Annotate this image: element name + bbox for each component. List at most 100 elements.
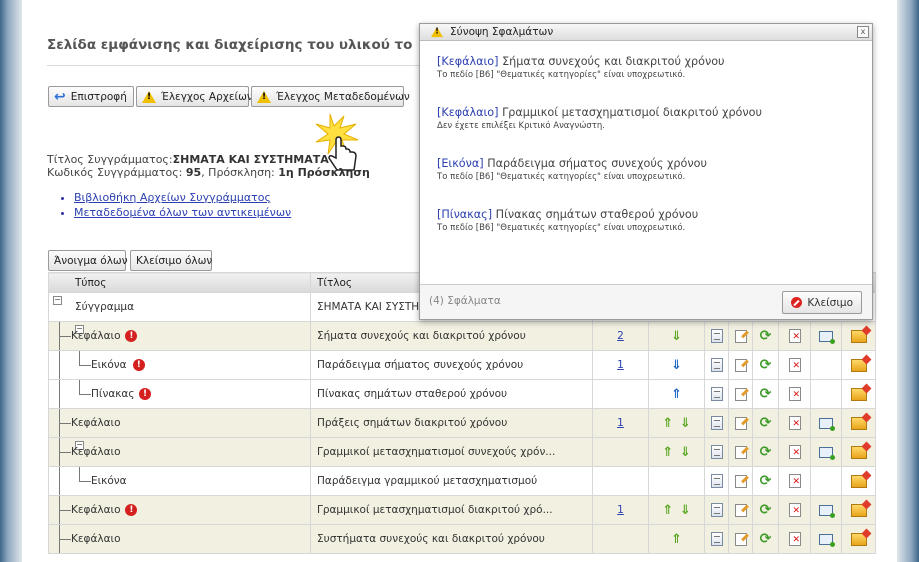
count-link[interactable]: 1 bbox=[592, 495, 649, 525]
item-type: Εικόνα bbox=[91, 475, 127, 487]
metadata-card-icon[interactable] bbox=[819, 504, 835, 518]
move-down-icon[interactable]: ⇓ bbox=[680, 445, 691, 460]
metadata-card-icon[interactable] bbox=[819, 330, 835, 344]
metadata-link[interactable]: Μεταδεδομένα όλων των αντικειμένων bbox=[74, 206, 291, 219]
sync-icon[interactable]: ⟳ bbox=[760, 473, 772, 489]
folder-add-icon[interactable] bbox=[850, 532, 867, 546]
back-button[interactable]: ↩ Επιστροφή bbox=[48, 86, 134, 107]
delete-icon[interactable] bbox=[788, 474, 801, 488]
delete-icon[interactable] bbox=[788, 503, 801, 517]
delete-icon[interactable] bbox=[788, 329, 801, 343]
view-document-icon[interactable] bbox=[710, 329, 723, 343]
move-down-icon[interactable]: ⇓ bbox=[680, 503, 691, 518]
view-document-icon[interactable] bbox=[710, 358, 723, 372]
metadata-card-icon[interactable] bbox=[819, 533, 835, 547]
folder-add-icon[interactable] bbox=[850, 416, 867, 430]
sync-icon[interactable]: ⟳ bbox=[760, 444, 772, 460]
action-cell bbox=[778, 408, 811, 438]
action-cell bbox=[704, 437, 729, 467]
edit-icon[interactable] bbox=[734, 416, 747, 430]
error-title[interactable]: [Κεφάλαιο] Γραμμικοί μετασχηματισμοί δια… bbox=[437, 106, 762, 119]
folder-add-icon[interactable] bbox=[850, 503, 867, 517]
error-name: Πίνακας σημάτων σταθερού χρόνου bbox=[495, 208, 699, 221]
collapse-all-button[interactable]: Κλείσιμο όλων bbox=[130, 250, 212, 271]
edit-icon[interactable] bbox=[734, 387, 747, 401]
view-document-icon[interactable] bbox=[710, 416, 723, 430]
count-link[interactable]: 1 bbox=[592, 408, 649, 438]
folder-add-icon[interactable] bbox=[850, 358, 867, 372]
delete-icon[interactable] bbox=[788, 532, 801, 546]
move-down-icon[interactable]: ⇓ bbox=[671, 358, 682, 373]
count-link[interactable]: 2 bbox=[592, 321, 649, 351]
sync-icon[interactable]: ⟳ bbox=[760, 328, 772, 344]
error-tag: [Κεφάλαιο] bbox=[437, 106, 499, 119]
sync-icon[interactable]: ⟳ bbox=[760, 386, 772, 402]
view-document-icon[interactable] bbox=[710, 532, 723, 546]
tree-line bbox=[79, 365, 91, 366]
move-up-icon[interactable]: ⇑ bbox=[671, 387, 682, 402]
move-down-icon[interactable]: ⇓ bbox=[671, 329, 682, 344]
folder-add-icon[interactable] bbox=[850, 445, 867, 459]
sync-icon[interactable]: ⟳ bbox=[760, 531, 772, 547]
metadata-card-icon[interactable] bbox=[819, 446, 835, 460]
move-up-icon[interactable]: ⇑ bbox=[662, 503, 673, 518]
sync-icon[interactable]: ⟳ bbox=[760, 502, 772, 518]
count-link[interactable] bbox=[592, 466, 649, 496]
folder-add-icon[interactable] bbox=[850, 474, 867, 488]
delete-icon[interactable] bbox=[788, 387, 801, 401]
action-cell bbox=[841, 524, 876, 554]
folder-add-icon[interactable] bbox=[850, 387, 867, 401]
error-icon: ! bbox=[125, 330, 138, 342]
move-up-icon[interactable]: ⇑ bbox=[662, 416, 673, 431]
error-item: [Κεφάλαιο] Γραμμικοί μετασχηματισμοί δια… bbox=[437, 106, 762, 131]
move-cell: ⇑ ⇓ bbox=[648, 495, 705, 525]
title-cell: Πράξεις σημάτων διακριτού χρόνου bbox=[310, 408, 593, 438]
delete-icon[interactable] bbox=[788, 358, 801, 372]
error-title[interactable]: [Εικόνα] Παράδειγμα σήματος συνεχούς χρό… bbox=[437, 157, 707, 170]
move-cell: ⇑ ⇓ bbox=[648, 437, 705, 467]
edit-icon[interactable] bbox=[734, 474, 747, 488]
expand-all-button[interactable]: Άνοιγμα όλων bbox=[48, 250, 128, 271]
delete-icon[interactable] bbox=[788, 416, 801, 430]
view-document-icon[interactable] bbox=[710, 474, 723, 488]
sync-icon[interactable]: ⟳ bbox=[760, 415, 772, 431]
view-document-icon[interactable] bbox=[710, 445, 723, 459]
edit-icon[interactable] bbox=[734, 532, 747, 546]
title-cell: Πίνακας σημάτων σταθερού χρόνου bbox=[310, 379, 593, 409]
move-down-icon[interactable]: ⇓ bbox=[680, 416, 691, 431]
move-up-icon[interactable]: ⇑ bbox=[662, 445, 673, 460]
move-cell bbox=[648, 466, 705, 496]
action-cell bbox=[778, 466, 811, 496]
dialog-footer: (4) Σφάλματα Κλείσιμο bbox=[420, 284, 872, 319]
view-document-icon[interactable] bbox=[710, 503, 723, 517]
move-up-icon[interactable]: ⇑ bbox=[671, 532, 682, 547]
edit-icon[interactable] bbox=[734, 445, 747, 459]
error-message: Το πεδίο [Β6] "Θεματικές κατηγορίες" είν… bbox=[437, 223, 686, 233]
delete-icon[interactable] bbox=[788, 445, 801, 459]
dialog-close-button[interactable]: Κλείσιμο bbox=[782, 291, 862, 314]
metadata-card-icon[interactable] bbox=[819, 417, 835, 431]
collapse-toggle-icon[interactable]: − bbox=[53, 296, 62, 305]
edit-icon[interactable] bbox=[734, 329, 747, 343]
sync-icon[interactable]: ⟳ bbox=[760, 357, 772, 373]
check-metadata-button[interactable]: Έλεγχος Μεταδεδομένων bbox=[251, 86, 410, 107]
folder-add-icon[interactable] bbox=[850, 329, 867, 343]
edit-icon[interactable] bbox=[734, 503, 747, 517]
count-link[interactable]: 1 bbox=[592, 350, 649, 380]
action-cell bbox=[810, 408, 842, 438]
count-link[interactable] bbox=[592, 437, 649, 467]
table-row: Πίνακας! Πίνακας σημάτων σταθερού χρόνου ⇑… bbox=[48, 379, 876, 409]
table-row: Κεφάλαιο Συστήματα συνεχούς και διακριτού… bbox=[48, 524, 876, 554]
book-code-value: 95 bbox=[185, 166, 202, 179]
action-cell bbox=[841, 408, 876, 438]
close-icon[interactable]: x bbox=[857, 26, 869, 38]
edit-icon[interactable] bbox=[734, 358, 747, 372]
library-link[interactable]: Βιβλιοθήκη Αρχείων Συγγράμματος bbox=[74, 191, 271, 204]
view-document-icon[interactable] bbox=[710, 387, 723, 401]
error-title[interactable]: [Πίνακας] Πίνακας σημάτων σταθερού χρόνο… bbox=[437, 208, 698, 221]
count-link[interactable] bbox=[592, 379, 649, 409]
count-link[interactable] bbox=[592, 524, 649, 554]
error-title[interactable]: [Κεφάλαιο] Σήματα συνεχούς και διακριτού… bbox=[437, 55, 725, 68]
resource-links: Βιβλιοθήκη Αρχείων Συγγράμματος Μεταδεδο… bbox=[60, 191, 291, 221]
check-files-button[interactable]: Έλεγχος Αρχείων bbox=[136, 86, 253, 107]
